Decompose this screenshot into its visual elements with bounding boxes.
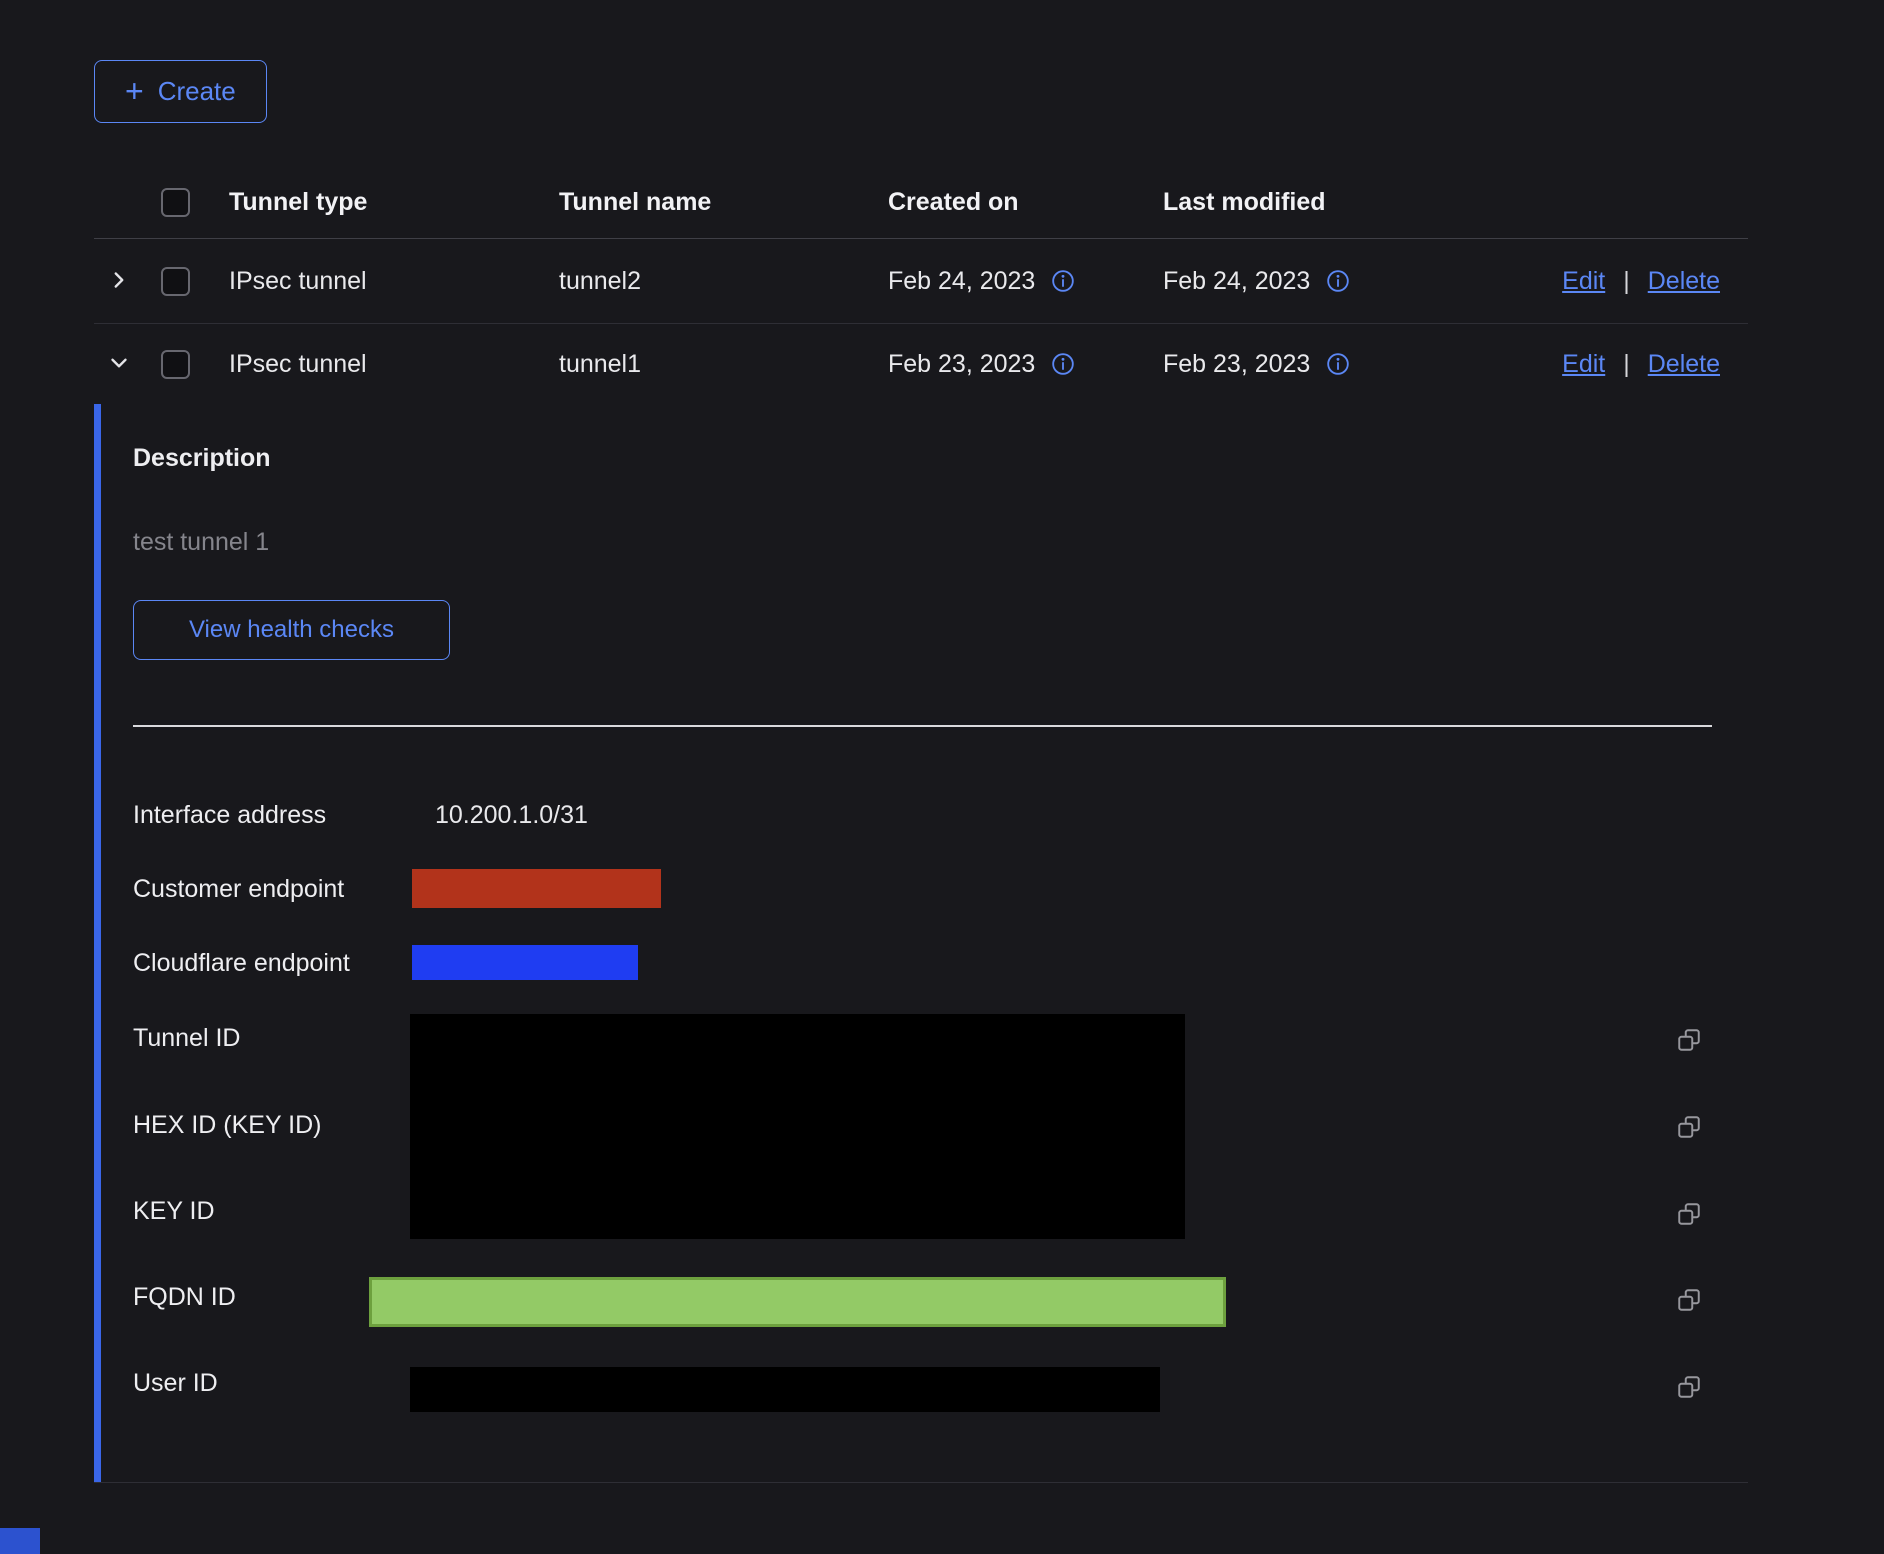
table-row: IPsec tunnel tunnel2 Feb 24, 2023 Feb 24…	[94, 239, 1748, 324]
bottom-left-accent	[0, 1528, 40, 1554]
tunnel-id-redacted-value	[410, 1014, 1185, 1239]
key-id-label: KEY ID	[133, 1197, 215, 1226]
created-on-cell: Feb 23, 2023	[888, 350, 1035, 379]
copy-icon	[1676, 1287, 1702, 1313]
interface-address-value: 10.200.1.0/31	[435, 801, 588, 830]
column-header-last-modified: Last modified	[1163, 188, 1440, 217]
description-value: test tunnel 1	[133, 528, 269, 557]
chevron-down-icon	[106, 350, 132, 376]
actions-separator: |	[1623, 267, 1630, 296]
info-icon[interactable]	[1051, 269, 1075, 293]
tunnel-detail-panel: Description test tunnel 1 View health ch…	[94, 404, 1748, 1483]
actions-separator: |	[1623, 350, 1630, 379]
table-row: IPsec tunnel tunnel1 Feb 23, 2023 Feb 23…	[94, 324, 1748, 404]
column-header-created-on: Created on	[888, 188, 1163, 217]
info-icon[interactable]	[1051, 352, 1075, 376]
row-checkbox[interactable]	[161, 350, 190, 379]
tunnel-name-cell: tunnel2	[559, 267, 888, 296]
tunnels-table: Tunnel type Tunnel name Created on Last …	[94, 167, 1748, 1483]
column-header-tunnel-name: Tunnel name	[559, 188, 888, 217]
info-icon[interactable]	[1326, 352, 1350, 376]
copy-icon	[1676, 1201, 1702, 1227]
copy-icon	[1676, 1114, 1702, 1140]
user-id-redacted-value	[410, 1367, 1160, 1412]
row-checkbox[interactable]	[161, 267, 190, 296]
select-all-checkbox[interactable]	[161, 188, 190, 217]
copy-key-id-button[interactable]	[1674, 1199, 1704, 1229]
tunnel-type-cell: IPsec tunnel	[229, 267, 559, 296]
create-button-label: Create	[158, 76, 236, 107]
expand-row-button[interactable]	[102, 263, 136, 297]
hex-id-label: HEX ID (KEY ID)	[133, 1111, 321, 1140]
copy-tunnel-id-button[interactable]	[1674, 1025, 1704, 1055]
interface-address-label: Interface address	[133, 801, 326, 830]
copy-icon	[1676, 1374, 1702, 1400]
detail-divider	[133, 725, 1712, 727]
delete-link[interactable]: Delete	[1648, 350, 1720, 379]
user-id-label: User ID	[133, 1369, 218, 1398]
table-header-row: Tunnel type Tunnel name Created on Last …	[94, 167, 1748, 239]
copy-user-id-button[interactable]	[1674, 1372, 1704, 1402]
cloudflare-endpoint-label: Cloudflare endpoint	[133, 949, 350, 978]
copy-icon	[1676, 1027, 1702, 1053]
tunnel-id-label: Tunnel ID	[133, 1024, 240, 1053]
last-modified-cell: Feb 24, 2023	[1163, 267, 1310, 296]
fqdn-id-redacted-value	[369, 1277, 1226, 1327]
tunnels-page: + Create Tunnel type Tunnel name Created…	[94, 0, 1748, 1483]
copy-hex-id-button[interactable]	[1674, 1112, 1704, 1142]
chevron-right-icon	[106, 267, 132, 293]
create-button[interactable]: + Create	[94, 60, 267, 123]
tunnel-type-cell: IPsec tunnel	[229, 350, 559, 379]
customer-endpoint-label: Customer endpoint	[133, 875, 344, 904]
collapse-row-button[interactable]	[102, 346, 136, 380]
plus-icon: +	[125, 75, 144, 107]
column-header-tunnel-type: Tunnel type	[229, 188, 559, 217]
fqdn-id-label: FQDN ID	[133, 1283, 236, 1312]
info-icon[interactable]	[1326, 269, 1350, 293]
edit-link[interactable]: Edit	[1562, 267, 1605, 296]
view-health-checks-button[interactable]: View health checks	[133, 600, 450, 660]
copy-fqdn-id-button[interactable]	[1674, 1285, 1704, 1315]
customer-endpoint-redacted-value	[412, 869, 661, 908]
cloudflare-endpoint-redacted-value	[412, 945, 638, 980]
delete-link[interactable]: Delete	[1648, 267, 1720, 296]
tunnel-name-cell: tunnel1	[559, 350, 888, 379]
edit-link[interactable]: Edit	[1562, 350, 1605, 379]
description-label: Description	[133, 444, 271, 473]
created-on-cell: Feb 24, 2023	[888, 267, 1035, 296]
expanded-row-accent-bar	[94, 404, 101, 1482]
last-modified-cell: Feb 23, 2023	[1163, 350, 1310, 379]
